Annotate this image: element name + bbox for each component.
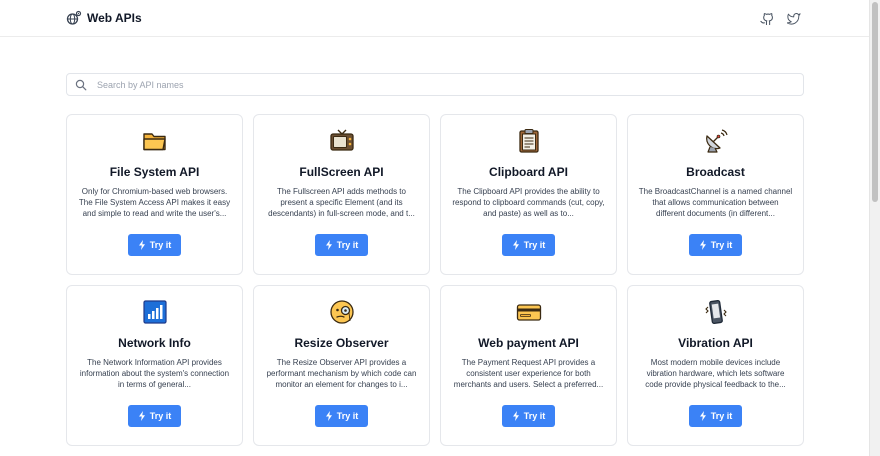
api-card: Vibration API Most modern mobile devices… (627, 285, 804, 446)
app-title: Web APIs (87, 11, 142, 25)
try-it-button[interactable]: Try it (314, 234, 369, 256)
card-description: Most modern mobile devices include vibra… (645, 358, 786, 389)
card-description: The Network Information API provides inf… (79, 358, 230, 389)
card-title: Resize Observer (294, 336, 389, 350)
monocle-face-icon (329, 300, 354, 324)
lightning-icon (512, 411, 519, 421)
button-label: Try it (149, 411, 172, 421)
card-description: The Resize Observer API provides a perfo… (266, 358, 417, 389)
search-input[interactable] (95, 78, 779, 91)
api-card: Clipboard API The Clipboard API provides… (440, 114, 617, 275)
top-header: Web APIs (0, 0, 870, 37)
button-label: Try it (149, 240, 172, 250)
try-it-button[interactable]: Try it (127, 405, 182, 427)
button-label: Try it (336, 240, 359, 250)
card-title: FullScreen API (299, 165, 384, 179)
folder-icon (142, 133, 166, 151)
vibrating-phone-icon (704, 299, 727, 325)
brand[interactable]: Web APIs (66, 10, 142, 26)
lightning-icon (325, 240, 332, 250)
api-card: Broadcast The BroadcastChannel is a name… (627, 114, 804, 275)
card-description: The Clipboard API provides the ability t… (452, 187, 605, 218)
twitter-icon[interactable] (787, 11, 801, 25)
card-description: The Payment Request API provides a consi… (453, 358, 604, 389)
button-label: Try it (336, 411, 359, 421)
try-it-button[interactable]: Try it (314, 405, 369, 427)
github-icon[interactable] (760, 11, 774, 25)
scrollbar-thumb[interactable] (872, 2, 878, 202)
try-it-button[interactable]: Try it (688, 405, 743, 427)
card-description: The BroadcastChannel is a named channel … (638, 187, 793, 218)
card-description: The Fullscreen API adds methods to prese… (268, 187, 415, 218)
try-it-button[interactable]: Try it (501, 405, 556, 427)
card-title: Vibration API (678, 336, 753, 350)
page-scrollbar[interactable] (869, 0, 880, 456)
try-it-button[interactable]: Try it (501, 234, 556, 256)
card-title: Clipboard API (489, 165, 568, 179)
api-card: Resize Observer The Resize Observer API … (253, 285, 430, 446)
try-it-button[interactable]: Try it (688, 234, 743, 256)
lightning-icon (138, 240, 145, 250)
lightning-icon (699, 240, 706, 250)
lightning-icon (325, 411, 332, 421)
api-card-grid: File System API Only for Chromium-based … (66, 114, 804, 446)
satellite-antenna-icon (705, 129, 728, 153)
button-label: Try it (710, 411, 733, 421)
card-description: Only for Chromium-based web browsers. Th… (78, 187, 231, 218)
search-bar[interactable] (66, 73, 804, 96)
search-icon (75, 79, 87, 90)
card-title: Broadcast (686, 165, 745, 179)
television-icon (329, 129, 354, 151)
lightning-icon (138, 411, 145, 421)
button-label: Try it (710, 240, 733, 250)
globe-gear-icon (66, 10, 82, 25)
api-card: FullScreen API The Fullscreen API adds m… (253, 114, 430, 275)
button-label: Try it (523, 240, 546, 250)
card-title: Web payment API (478, 336, 579, 350)
card-title: Network Info (118, 336, 191, 350)
try-it-button[interactable]: Try it (127, 234, 182, 256)
clipboard-icon (518, 129, 539, 153)
api-card: Web payment API The Payment Request API … (440, 285, 617, 446)
lightning-icon (512, 240, 519, 250)
signal-bars-icon (142, 300, 167, 324)
card-title: File System API (109, 165, 200, 179)
api-card: File System API Only for Chromium-based … (66, 114, 243, 275)
button-label: Try it (523, 411, 546, 421)
credit-card-icon (516, 304, 541, 321)
lightning-icon (699, 411, 706, 421)
api-card: Network Info The Network Information API… (66, 285, 243, 446)
